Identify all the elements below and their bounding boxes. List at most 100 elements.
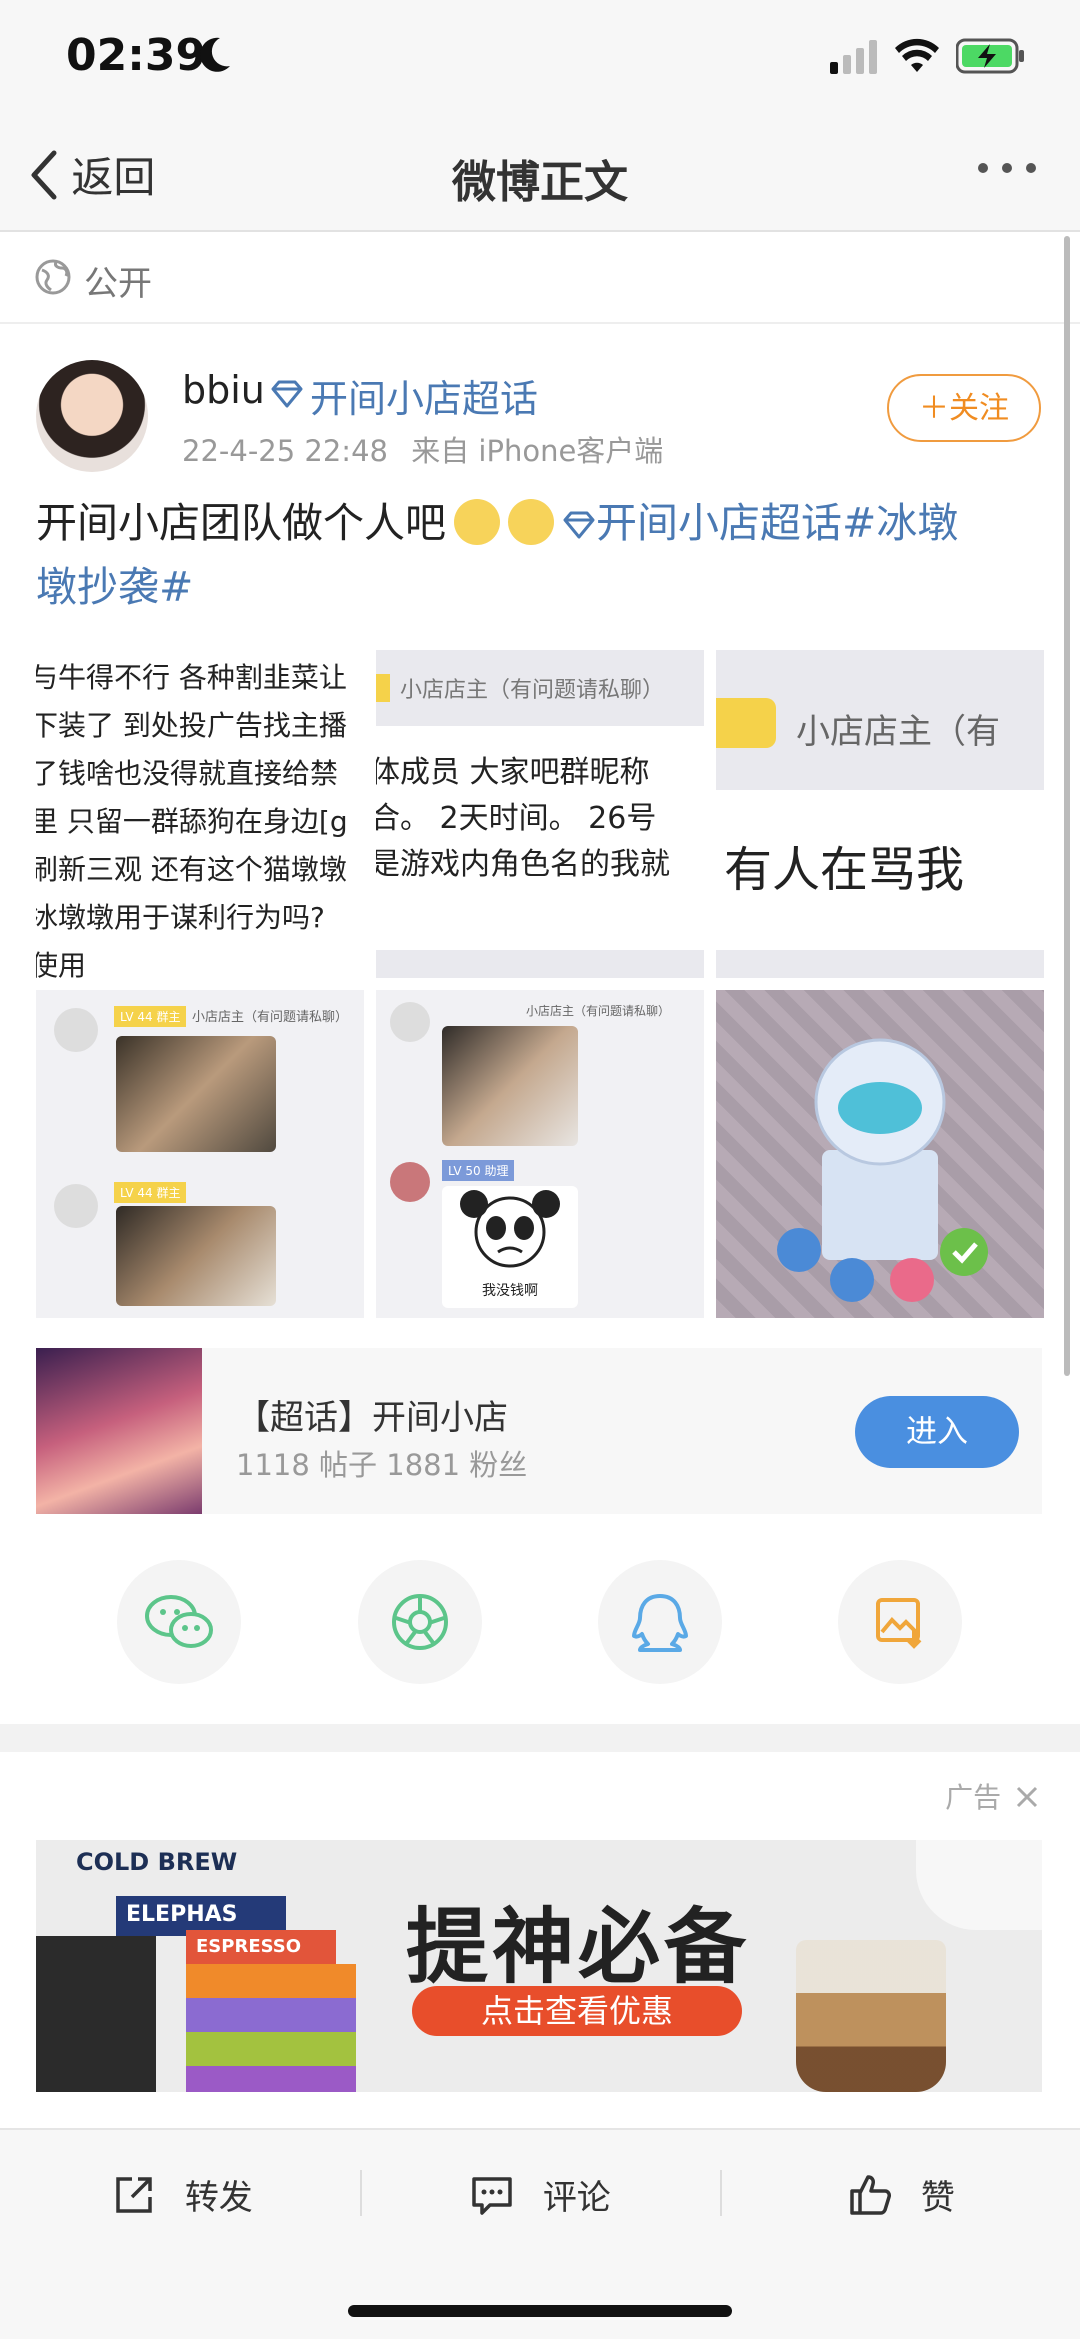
wechat-icon	[145, 1595, 213, 1648]
scrollbar[interactable]	[1064, 236, 1070, 1376]
post-image-1[interactable]: 与牛得不行 各种割韭菜让 下装了 到处投广告找主播 了钱啥也没得就直接给禁 里 …	[36, 650, 364, 978]
visibility-label: 公开	[84, 264, 152, 304]
image-header-text: 小店店主（有	[796, 712, 1000, 752]
repost-label: 转发	[184, 2178, 253, 2218]
more-options-button[interactable]	[974, 138, 1040, 210]
page-title: 微博正文	[452, 157, 628, 208]
save-image-icon	[876, 1598, 922, 1649]
image-line: 是游戏内角色名的我就	[376, 847, 670, 882]
avatar	[54, 1184, 98, 1228]
meme-photo	[116, 1206, 276, 1306]
more-icon	[978, 163, 1036, 173]
share-wechat-button[interactable]	[117, 1560, 241, 1684]
banner-headline: 提神必备	[406, 1900, 751, 1995]
image-line: 里 只留一群舔狗在身边[g	[36, 805, 348, 838]
image-main-text: 有人在骂我	[724, 842, 965, 898]
clock: 02:39	[66, 30, 207, 81]
battery-charging-icon	[955, 38, 1026, 78]
diamond-icon	[270, 380, 304, 412]
image-text: 体成员 大家吧群昵称 合。 2天时间。 26号 是游戏内角色名的我就	[376, 750, 670, 888]
milk-pitcher	[916, 1840, 1042, 1930]
meme-panda: 我没钱啊	[442, 1186, 578, 1308]
emoji-icon	[508, 499, 554, 545]
meme-photo	[116, 1036, 276, 1152]
hashtag-part: #冰墩	[842, 499, 959, 547]
home-indicator[interactable]	[348, 2305, 732, 2317]
image-grid: 与牛得不行 各种割韭菜让 下装了 到处投广告找主播 了钱啥也没得就直接给禁 里 …	[36, 650, 1044, 1320]
follow-button[interactable]: ＋关注	[887, 374, 1041, 442]
image-text: 与牛得不行 各种割韭菜让 下装了 到处投广告找主播 了钱啥也没得就直接给禁 里 …	[36, 654, 348, 978]
qq-icon	[632, 1594, 688, 1652]
share-qq-button[interactable]	[598, 1560, 722, 1684]
brand-text: COLD BREW	[76, 1848, 238, 1876]
post-meta: 22-4-25 22:48 来自 iPhone客户端	[182, 428, 663, 470]
signal-icon	[830, 40, 878, 78]
like-button[interactable]: 赞	[848, 2170, 955, 2219]
username[interactable]: bbiu	[182, 368, 265, 412]
coffee-glass	[796, 1940, 946, 2092]
image-line: 刷新三观 还有这个猫墩墩	[36, 853, 347, 886]
post-source: 来自 iPhone客户端	[411, 434, 664, 468]
product-box	[186, 2032, 356, 2066]
avatar[interactable]	[36, 360, 148, 472]
close-icon	[1016, 1786, 1038, 1808]
thumbs-up-icon	[850, 2174, 891, 2215]
comment-icon	[472, 2176, 512, 2215]
image-footer-bar	[716, 950, 1044, 978]
visibility-row: 公开	[0, 232, 1080, 324]
supertopic-cover-image	[36, 1348, 202, 1514]
level-badge: LV 44 群主	[114, 1182, 187, 1203]
post-card: bbiu 开间小店超话 22-4-25 22:48 来自 iPhone客户端 ＋…	[0, 324, 1080, 1724]
banner-cta: 点击查看优惠	[412, 1986, 742, 2036]
supertopic-card[interactable]: 【超话】开间小店 1118 帖子 1881 粉丝 进入	[36, 1348, 1042, 1514]
divider	[720, 2170, 722, 2216]
ad-label-text: 广告	[945, 1781, 1002, 1814]
post-text-main: 开间小店团队做个人吧	[36, 499, 446, 547]
topic-tag-link[interactable]: 开间小店超话	[310, 368, 538, 423]
moments-icon	[392, 1594, 448, 1650]
divider	[360, 2170, 362, 2216]
product-box	[186, 1964, 356, 1998]
save-image-button[interactable]	[838, 1560, 962, 1684]
product-box	[186, 1998, 356, 2032]
post-image-3[interactable]: 小店店主（有 有人在骂我	[716, 650, 1044, 978]
like-label: 赞	[920, 2178, 955, 2218]
avatar	[390, 1162, 430, 1202]
product-box	[186, 2066, 356, 2092]
comment-button[interactable]: 评论	[470, 2170, 611, 2219]
supertopic-stats: 1118 帖子 1881 粉丝	[236, 1448, 528, 1482]
chat-name: 小店店主（有问题请私聊）	[526, 1004, 671, 1018]
image-line: 下装了 到处投广告找主播	[36, 709, 347, 742]
enter-button[interactable]: 进入	[855, 1396, 1019, 1468]
ad-banner[interactable]: COLD BREW ELEPHAS ESPRESSO 提神必备 点击查看优惠	[36, 1840, 1042, 2092]
level-badge: LV 44 群主	[114, 1006, 187, 1027]
emoji-icon	[454, 499, 500, 545]
repost-button[interactable]: 转发	[112, 2170, 253, 2219]
post-image-2[interactable]: 小店店主（有问题请私聊） 体成员 大家吧群昵称 合。 2天时间。 26号 是游戏…	[376, 650, 704, 978]
nav-bar: 返回 微博正文	[0, 120, 1080, 232]
post-timestamp: 22-4-25 22:48	[182, 434, 388, 468]
ad-card: 广告 COLD BREW ELEPHAS ESPRESSO 提神必备 点击查看优…	[0, 1752, 1080, 2128]
mascot-figure	[777, 1038, 988, 1302]
image-footer-bar	[376, 950, 704, 978]
globe-icon	[34, 258, 72, 300]
image-line: 合。 2天时间。 26号	[376, 801, 657, 836]
image-line: 了钱啥也没得就直接给禁	[36, 757, 339, 790]
image-line: 使用	[36, 949, 87, 978]
share-moments-button[interactable]	[358, 1560, 482, 1684]
avatar	[390, 1002, 430, 1042]
post-image-6[interactable]	[716, 990, 1044, 1318]
post-image-4[interactable]: LV 44 群主 小店店主（有问题请私聊） LV 44 群主	[36, 990, 364, 1318]
ad-label[interactable]: 广告	[945, 1776, 1040, 1816]
image-line: 与牛得不行 各种割韭菜让	[36, 661, 347, 694]
comment-label: 评论	[542, 2178, 611, 2218]
avatar	[54, 1008, 98, 1052]
image-badge	[376, 674, 390, 702]
diamond-icon	[562, 494, 596, 556]
wifi-icon	[894, 38, 940, 78]
chat-name: 小店店主（有问题请私聊）	[192, 1010, 349, 1025]
post-topic-link[interactable]: 开间小店超话	[596, 499, 842, 547]
post-image-5[interactable]: 小店店主（有问题请私聊） LV 50 助理 我没钱啊	[376, 990, 704, 1318]
post-text: 开间小店团队做个人吧 开间小店超话#冰墩墩抄袭#	[36, 492, 1046, 618]
hashtag-part: 墩抄袭#	[36, 563, 194, 611]
